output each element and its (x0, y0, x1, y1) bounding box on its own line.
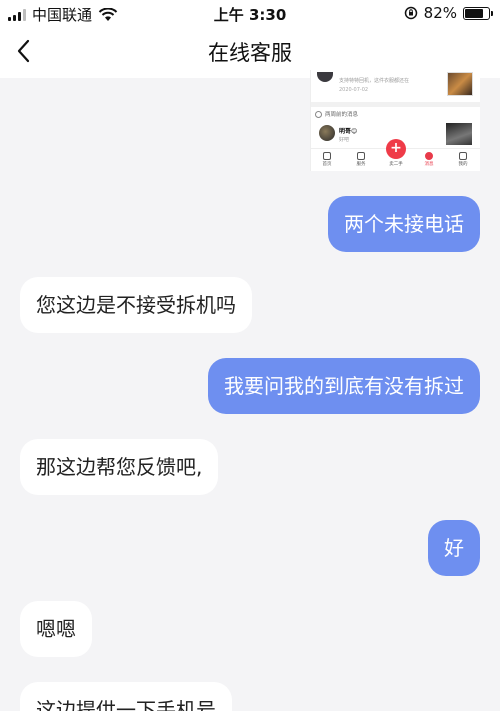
tab-home: 首页 (315, 151, 339, 167)
battery-icon (463, 6, 493, 20)
message-bubble-incoming[interactable]: 那这边帮您反馈吧, (20, 439, 219, 495)
message-bubble-outgoing[interactable]: 我要问我的到底有没有拆过 (208, 358, 480, 414)
page-title: 在线客服 (208, 41, 292, 65)
product-thumbnail (446, 123, 472, 145)
image-row-item: 支持特特回机，这件衣服都还在 2020-07-02 (311, 70, 480, 100)
image-row-date: 2020-07-02 (339, 87, 369, 93)
clock-icon (315, 110, 322, 118)
status-right: 82% (404, 4, 493, 22)
message-bubble-incoming[interactable]: 您这边是不接受拆机吗 (20, 277, 252, 333)
contact-subtitle: 好吧 (339, 137, 350, 143)
tab-service: 服务 (349, 151, 373, 167)
product-thumbnail (447, 72, 473, 96)
section-header: 两周前的消息 (315, 110, 358, 118)
profile-icon (459, 152, 467, 160)
tab-sell-label: 卖二手 (389, 162, 403, 167)
image-row-text: 支持特特回机，这件衣服都还在 (339, 78, 410, 84)
message-icon (425, 152, 433, 160)
tab-profile: 我的 (451, 151, 475, 167)
rotation-lock-icon (404, 6, 417, 20)
plus-icon: + (386, 139, 406, 159)
section-label: 两周前的消息 (325, 112, 359, 118)
contact-avatar (319, 125, 335, 141)
home-icon (323, 152, 331, 160)
contact-name: 明哥😊 (339, 128, 358, 135)
service-icon (357, 152, 365, 160)
image-tab-bar: 首页 服务 + 卖二手 消息 我的 (311, 139, 480, 171)
image-message[interactable]: 支持特特回机，这件衣服都还在 2020-07-02 两周前的消息 明哥😊 好吧 … (310, 70, 480, 171)
tab-messages: 消息 (417, 151, 441, 167)
message-bubble-outgoing[interactable]: 好 (428, 520, 480, 576)
battery-percentage: 82% (423, 4, 457, 22)
message-bubble-outgoing[interactable]: 两个未接电话 (328, 196, 480, 252)
message-bubble-incoming[interactable]: 嗯嗯 (20, 601, 92, 657)
message-bubble-incoming[interactable]: 这边提供一下手机号 (20, 682, 232, 711)
status-bar: 中国联通 上午 3:30 82% (0, 0, 500, 26)
divider (311, 102, 480, 107)
avatar (317, 72, 333, 82)
